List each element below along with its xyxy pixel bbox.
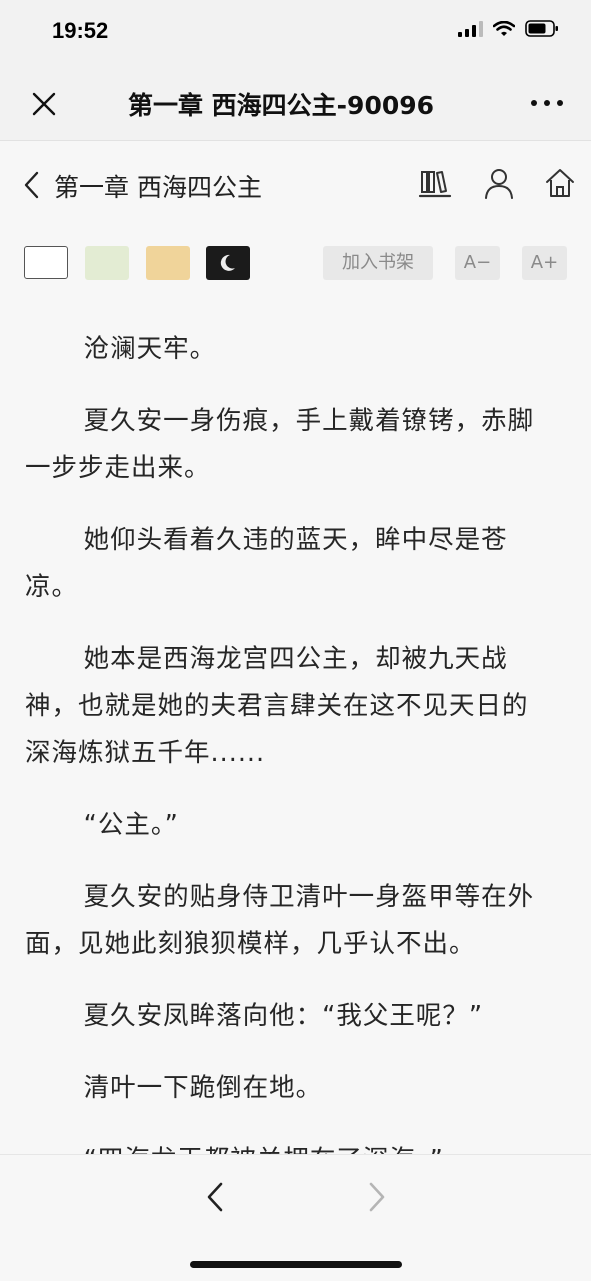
home-indicator[interactable] (190, 1261, 402, 1268)
theme-green-swatch[interactable] (85, 246, 129, 280)
more-options-icon[interactable] (531, 100, 563, 106)
page-title: 第一章 西海四公主-90096 (127, 91, 435, 120)
font-smaller-button[interactable]: A− (455, 246, 500, 280)
font-larger-button[interactable]: A+ (522, 246, 567, 280)
status-time: 19:52 (52, 18, 109, 43)
back-icon[interactable] (20, 170, 44, 200)
battery-icon (525, 20, 559, 37)
moon-icon (220, 254, 235, 271)
user-icon[interactable] (482, 166, 516, 200)
status-icons (458, 20, 559, 37)
reader-toolbar: 加入书架 A− A+ (0, 244, 591, 284)
theme-night-swatch[interactable] (206, 246, 250, 280)
chapter-title: 第一章 西海四公主 (54, 173, 262, 202)
add-to-bookshelf-button[interactable]: 加入书架 (323, 246, 433, 280)
status-bar: 19:52 (0, 0, 591, 66)
paragraph: “公主。” (83, 810, 179, 840)
wifi-icon (493, 20, 515, 37)
home-icon[interactable] (543, 166, 577, 200)
theme-white-swatch[interactable] (24, 246, 68, 279)
paragraph: 她本是西海龙宫四公主，却被九天战神，也就是她的夫君言肆关在这不见天日的深海炼狱五… (25, 644, 529, 768)
paragraph: 夏久安凤眸落向他：“我父王呢？” (83, 1001, 484, 1031)
browser-bar: 第一章 西海四公主-90096 (0, 66, 591, 141)
paragraph: 沧澜天牢。 (83, 334, 217, 364)
bookshelf-icon[interactable] (418, 166, 452, 200)
paragraph: 夏久安的贴身侍卫清叶一身盔甲等在外面，见她此刻狼狈模样，几乎认不出。 (25, 882, 535, 959)
paragraph: 她仰头看着久违的蓝天，眸中尽是苍凉。 (25, 525, 508, 602)
paragraph: 夏久安一身伤痕，手上戴着镣铐，赤脚一步步走出来。 (25, 406, 535, 483)
theme-yellow-swatch[interactable] (146, 246, 190, 280)
browser-bottom-bar (0, 1154, 591, 1281)
browser-back-icon[interactable] (200, 1179, 230, 1215)
browser-forward-icon[interactable] (362, 1179, 392, 1215)
paragraph: 清叶一下跪倒在地。 (83, 1073, 323, 1103)
reader-header: 第一章 西海四公主 (0, 140, 591, 230)
chapter-content: 沧澜天牢。 夏久安一身伤痕，手上戴着镣铐，赤脚一步步走出来。 她仰头看着久违的蓝… (25, 326, 545, 1209)
close-icon[interactable] (28, 88, 60, 120)
signal-icon (458, 20, 483, 37)
